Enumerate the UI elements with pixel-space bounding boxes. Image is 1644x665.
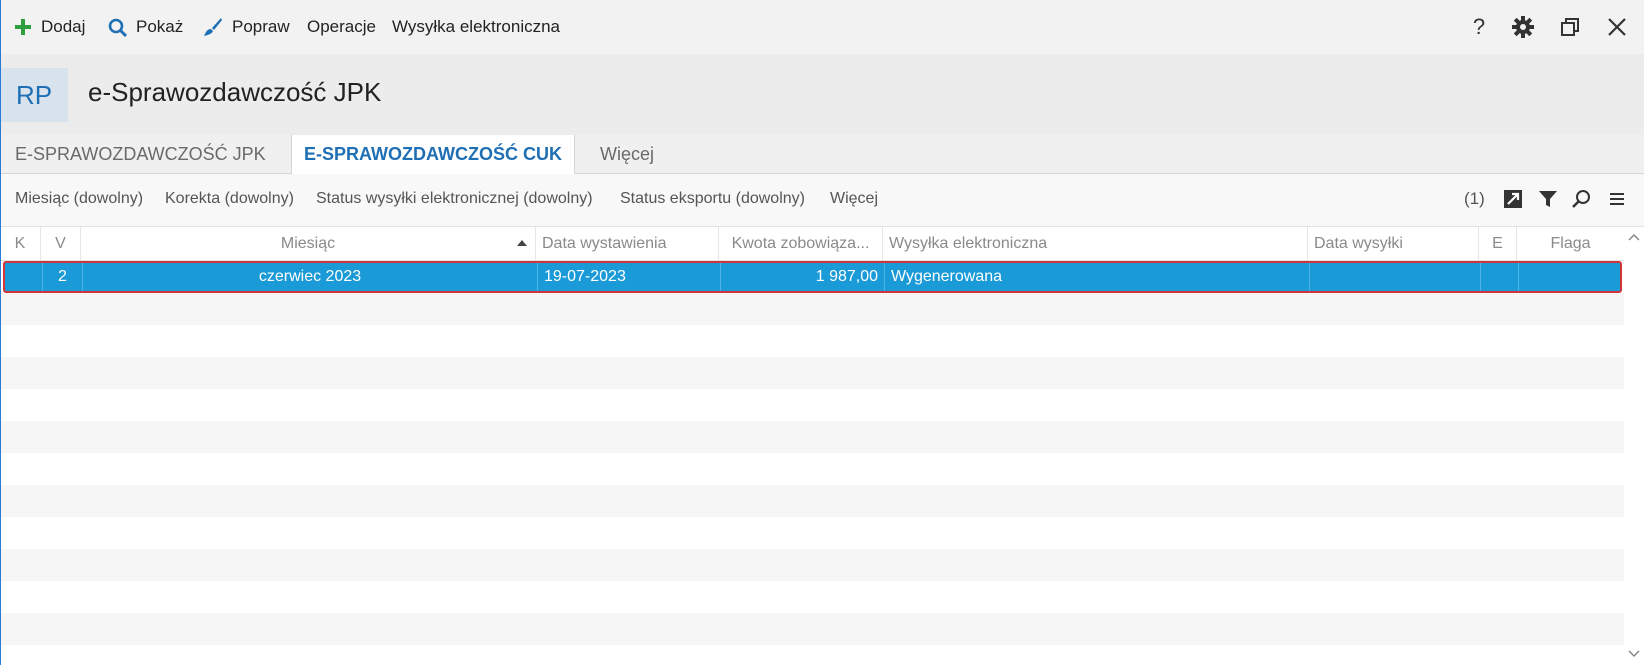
cell-month: czerwiec 2023 bbox=[83, 263, 538, 291]
sort-ascending-icon bbox=[517, 240, 527, 246]
column-header-amount[interactable]: Kwota zobowiąza... bbox=[719, 227, 883, 260]
empty-row bbox=[0, 485, 1624, 517]
electronic-sending-menu[interactable]: Wysyłka elektroniczna bbox=[392, 16, 560, 38]
column-header-flag[interactable]: Flaga bbox=[1517, 227, 1624, 260]
table-row[interactable]: 2 czerwiec 2023 19-07-2023 1 987,00 Wyge… bbox=[3, 261, 1622, 293]
search-icon bbox=[108, 18, 127, 37]
module-badge: RP bbox=[0, 68, 68, 122]
export-icon bbox=[1504, 190, 1522, 208]
help-icon: ? bbox=[1472, 14, 1486, 39]
tab-cuk[interactable]: E-SPRAWOZDAWCZOŚĆ CUK bbox=[291, 135, 575, 174]
filter-button[interactable] bbox=[1535, 186, 1561, 212]
cell-flag bbox=[1519, 263, 1620, 291]
filter-bar: Miesiąc (dowolny) Korekta (dowolny) Stat… bbox=[0, 174, 1644, 227]
edit-button[interactable]: Popraw bbox=[203, 16, 290, 38]
cell-esend-status: Wygenerowana bbox=[885, 263, 1310, 291]
search-button[interactable] bbox=[1568, 186, 1594, 212]
add-button[interactable]: Dodaj bbox=[14, 16, 85, 38]
cell-v: 2 bbox=[43, 263, 83, 291]
scroll-up-icon bbox=[1628, 233, 1640, 241]
funnel-icon bbox=[1539, 191, 1557, 207]
empty-row bbox=[0, 613, 1624, 645]
export-button[interactable] bbox=[1500, 186, 1526, 212]
filter-correction[interactable]: Korekta (dowolny) bbox=[165, 190, 294, 208]
scroll-down-icon bbox=[1628, 650, 1640, 658]
column-header-month[interactable]: Miesiąc bbox=[81, 227, 536, 260]
column-header-month-label: Miesiąc bbox=[280, 234, 336, 252]
filter-esend-status[interactable]: Status wysyłki elektronicznej (dowolny) bbox=[316, 190, 593, 208]
column-header-v[interactable]: V bbox=[41, 227, 81, 260]
column-header-esend[interactable]: Wysyłka elektroniczna bbox=[883, 227, 1308, 260]
empty-row bbox=[0, 357, 1624, 389]
window-border-left bbox=[0, 0, 1, 665]
plus-icon bbox=[15, 19, 31, 35]
gear-icon bbox=[1512, 16, 1534, 38]
edit-button-label: Popraw bbox=[232, 17, 290, 36]
column-header-k[interactable]: K bbox=[0, 227, 41, 260]
show-button-label: Pokaż bbox=[136, 17, 184, 36]
column-header-e[interactable]: E bbox=[1479, 227, 1517, 260]
grid-header: K V Miesiąc Data wystawienia Kwota zobow… bbox=[0, 227, 1624, 261]
menu-button[interactable] bbox=[1604, 186, 1630, 212]
electronic-sending-menu-label: Wysyłka elektroniczna bbox=[392, 17, 561, 36]
restore-window-button[interactable] bbox=[1557, 14, 1583, 40]
empty-row bbox=[0, 293, 1624, 325]
filter-month[interactable]: Miesiąc (dowolny) bbox=[15, 190, 143, 208]
help-button[interactable]: ? bbox=[1466, 14, 1492, 40]
empty-row bbox=[0, 421, 1624, 453]
tab-jpk[interactable]: E-SPRAWOZDAWCZOŚĆ JPK bbox=[15, 135, 266, 173]
cell-amount: 1 987,00 bbox=[721, 263, 885, 291]
magnifier-icon bbox=[1572, 190, 1590, 208]
column-header-send-date[interactable]: Data wysyłki bbox=[1308, 227, 1479, 260]
page-header: RP e-Sprawozdawczość JPK bbox=[0, 54, 1644, 135]
toolbar: Dodaj Pokaż Popraw Operacje Wysyłka elek… bbox=[0, 0, 1644, 54]
filter-export-status[interactable]: Status eksportu (dowolny) bbox=[620, 190, 805, 208]
close-icon bbox=[1608, 18, 1626, 36]
cell-issue-date: 19-07-2023 bbox=[538, 263, 721, 291]
column-header-issue-date[interactable]: Data wystawienia bbox=[536, 227, 719, 260]
cell-e bbox=[1481, 263, 1519, 291]
filter-more[interactable]: Więcej bbox=[830, 190, 878, 208]
vertical-scrollbar[interactable] bbox=[1624, 227, 1644, 665]
empty-row bbox=[0, 549, 1624, 581]
tab-more[interactable]: Więcej bbox=[600, 135, 654, 173]
hamburger-icon bbox=[1610, 193, 1624, 205]
record-count: (1) bbox=[1464, 189, 1485, 208]
show-button[interactable]: Pokaż bbox=[108, 16, 183, 38]
tab-bar: E-SPRAWOZDAWCZOŚĆ JPK E-SPRAWOZDAWCZOŚĆ … bbox=[0, 135, 1644, 174]
settings-button[interactable] bbox=[1510, 14, 1536, 40]
restore-icon bbox=[1561, 18, 1579, 36]
brush-icon bbox=[204, 18, 222, 36]
operations-menu-label: Operacje bbox=[307, 17, 376, 36]
close-button[interactable] bbox=[1604, 14, 1630, 40]
page-title: e-Sprawozdawczość JPK bbox=[88, 77, 382, 107]
cell-k bbox=[5, 263, 43, 291]
add-button-label: Dodaj bbox=[41, 17, 86, 36]
operations-menu[interactable]: Operacje bbox=[307, 16, 376, 38]
cell-send-date bbox=[1310, 263, 1481, 291]
grid-body bbox=[0, 261, 1624, 665]
